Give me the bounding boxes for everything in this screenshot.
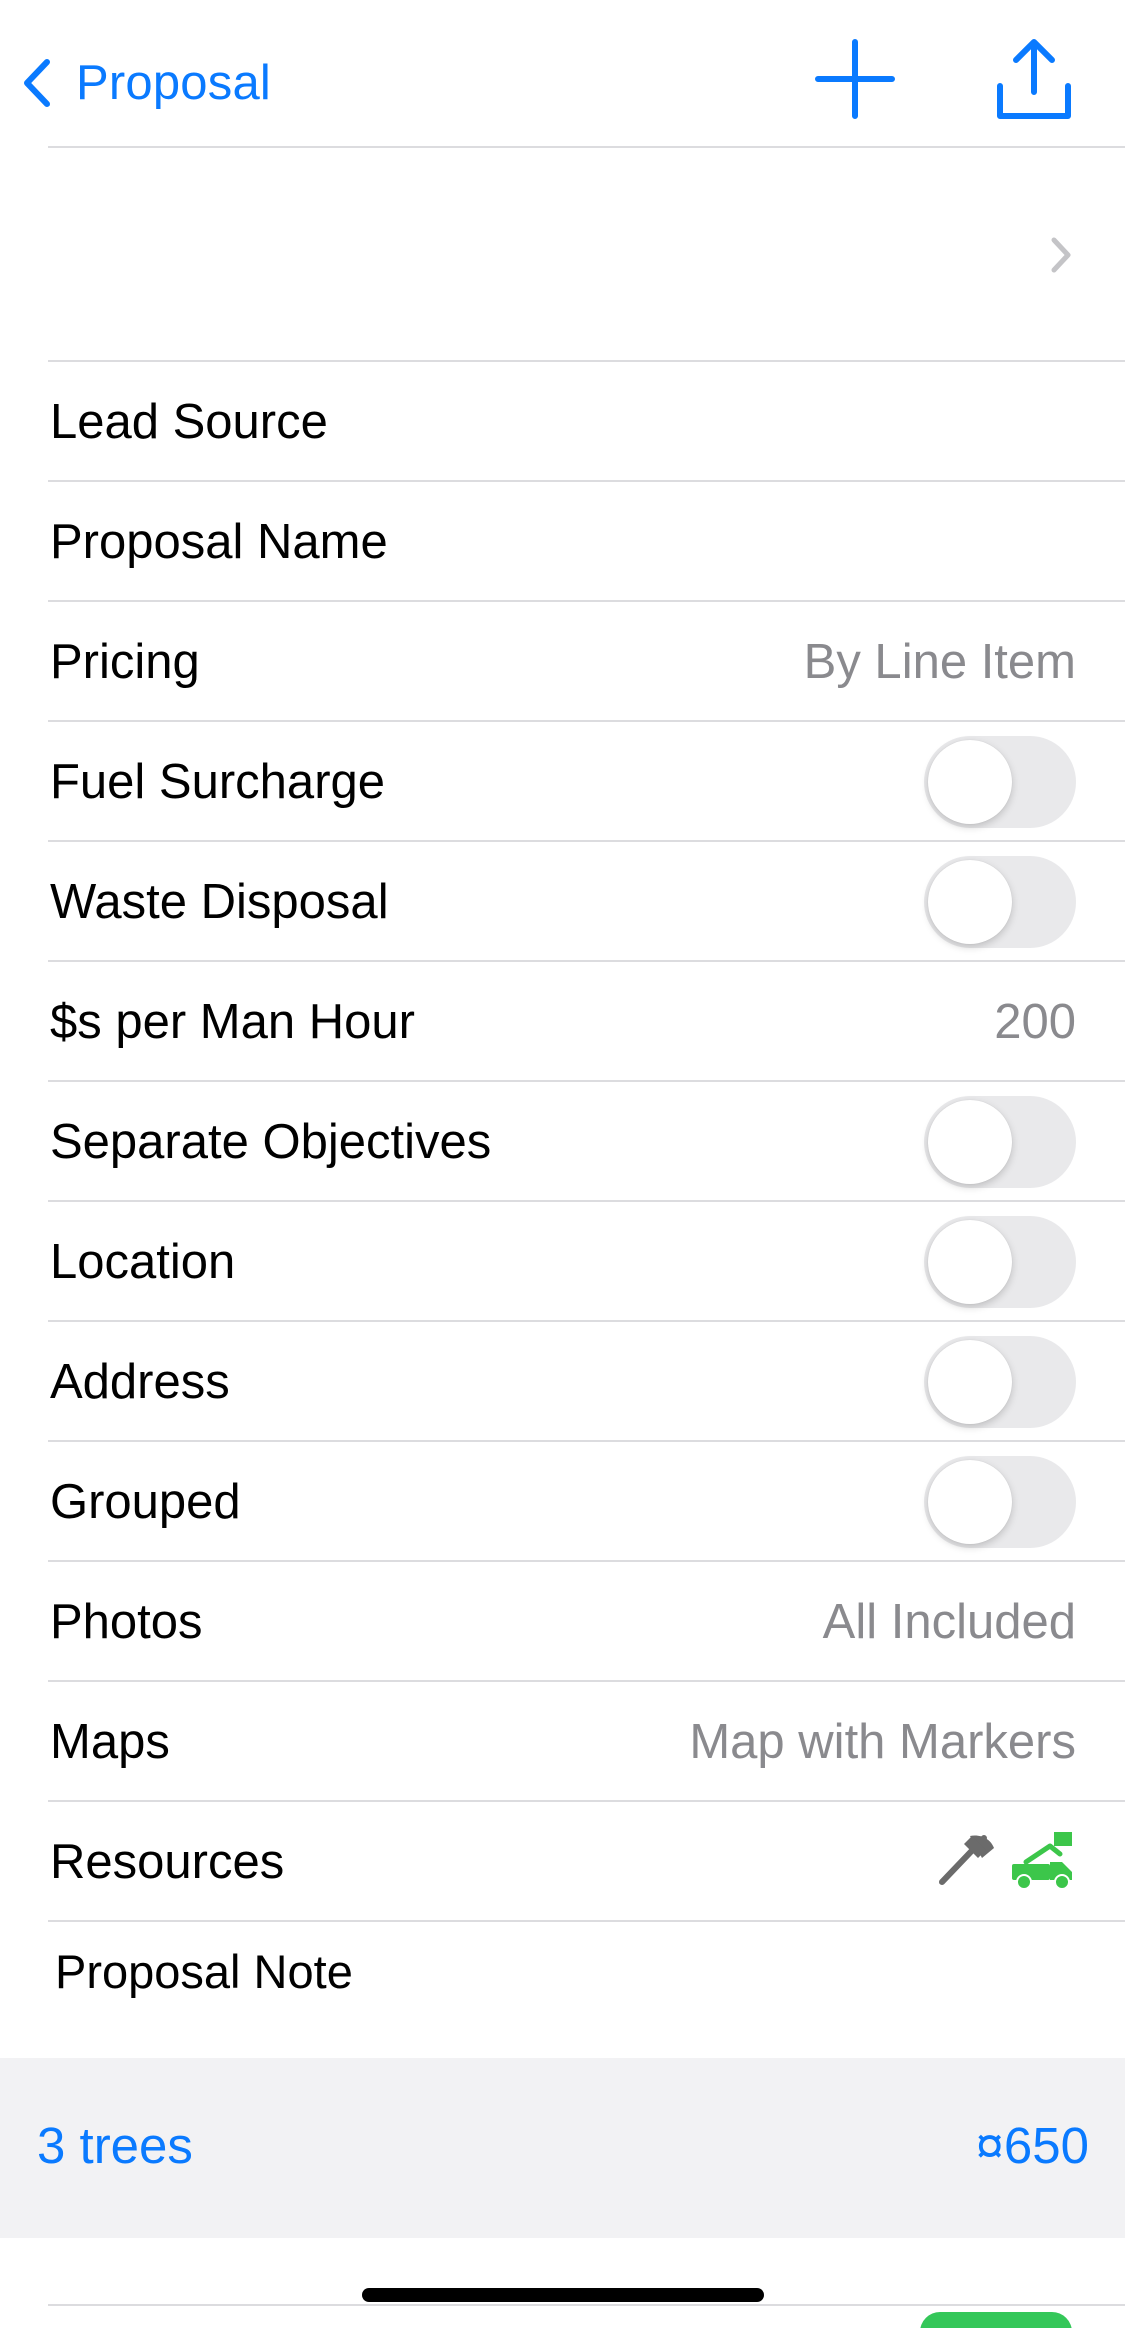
per-man-hour-value: 200 [994, 995, 1076, 1049]
resources-icons [934, 1828, 1076, 1897]
toggle-knob [928, 1460, 1012, 1544]
waste-disposal-toggle[interactable] [924, 856, 1076, 948]
photos-value: All Included [822, 1595, 1076, 1649]
home-indicator [362, 2288, 764, 2302]
navigation-bar: Proposal [0, 0, 1125, 148]
separate-objectives-toggle[interactable] [924, 1096, 1076, 1188]
toggle-knob [928, 860, 1012, 944]
add-button[interactable] [814, 38, 896, 120]
grouped-toggle[interactable] [924, 1456, 1076, 1548]
proposal-note-label: Proposal Note [55, 1945, 353, 1998]
separate-objectives-row: Separate Objectives [0, 1082, 1125, 1202]
partially-visible-toggle[interactable] [920, 2312, 1072, 2328]
waste-disposal-label: Waste Disposal [50, 875, 389, 929]
address-toggle[interactable] [924, 1336, 1076, 1428]
fuel-surcharge-row: Fuel Surcharge [0, 722, 1125, 842]
back-button[interactable]: Proposal [22, 48, 271, 118]
location-row: Location [0, 1202, 1125, 1322]
bucket-truck-icon [1010, 1828, 1076, 1897]
summary-bar: 3 trees ¤650 [0, 2058, 1125, 2238]
client-selector-row[interactable] [0, 148, 1125, 362]
toggle-knob [928, 740, 1012, 824]
per-man-hour-label: $s per Man Hour [50, 995, 415, 1049]
total-amount[interactable]: ¤650 [976, 2116, 1089, 2175]
maps-value: Map with Markers [689, 1715, 1076, 1769]
lead-source-label: Lead Source [50, 395, 328, 449]
lead-source-row[interactable]: Lead Source [0, 362, 1125, 482]
chevron-left-icon [22, 58, 52, 108]
proposal-settings-screen: Proposal Lead Source Proposal Name Prici… [0, 0, 1125, 2328]
separate-objectives-label: Separate Objectives [50, 1115, 492, 1169]
photos-label: Photos [50, 1595, 203, 1649]
toggle-knob [928, 1220, 1012, 1304]
proposal-name-label: Proposal Name [50, 515, 388, 569]
toggle-knob [928, 1340, 1012, 1424]
per-man-hour-row[interactable]: $s per Man Hour 200 [0, 962, 1125, 1082]
location-label: Location [50, 1235, 236, 1289]
share-icon [994, 39, 1074, 126]
location-toggle[interactable] [924, 1216, 1076, 1308]
maps-row[interactable]: Maps Map with Markers [0, 1682, 1125, 1802]
pricing-value: By Line Item [803, 635, 1076, 689]
pricing-label: Pricing [50, 635, 200, 689]
tree-count-link[interactable]: 3 trees [37, 2116, 193, 2175]
resources-label: Resources [50, 1835, 285, 1889]
resources-row[interactable]: Resources [0, 1802, 1125, 1922]
address-row: Address [0, 1322, 1125, 1442]
share-button[interactable] [994, 36, 1074, 122]
fuel-surcharge-toggle[interactable] [924, 736, 1076, 828]
toggle-knob [928, 1100, 1012, 1184]
axe-icon [934, 1828, 998, 1897]
back-button-label: Proposal [76, 56, 271, 110]
chevron-right-icon [1050, 236, 1072, 279]
proposal-name-row[interactable]: Proposal Name [0, 482, 1125, 602]
waste-disposal-row: Waste Disposal [0, 842, 1125, 962]
grouped-row: Grouped [0, 1442, 1125, 1562]
pricing-row[interactable]: Pricing By Line Item [0, 602, 1125, 722]
proposal-note-row[interactable]: Proposal Note [0, 1922, 1125, 2056]
settings-list: Lead Source Proposal Name Pricing By Lin… [0, 362, 1125, 1922]
photos-row[interactable]: Photos All Included [0, 1562, 1125, 1682]
address-label: Address [50, 1355, 230, 1409]
plus-icon [814, 39, 896, 124]
grouped-label: Grouped [50, 1475, 241, 1529]
fuel-surcharge-label: Fuel Surcharge [50, 755, 386, 809]
maps-label: Maps [50, 1715, 170, 1769]
list-divider [48, 2304, 1125, 2306]
